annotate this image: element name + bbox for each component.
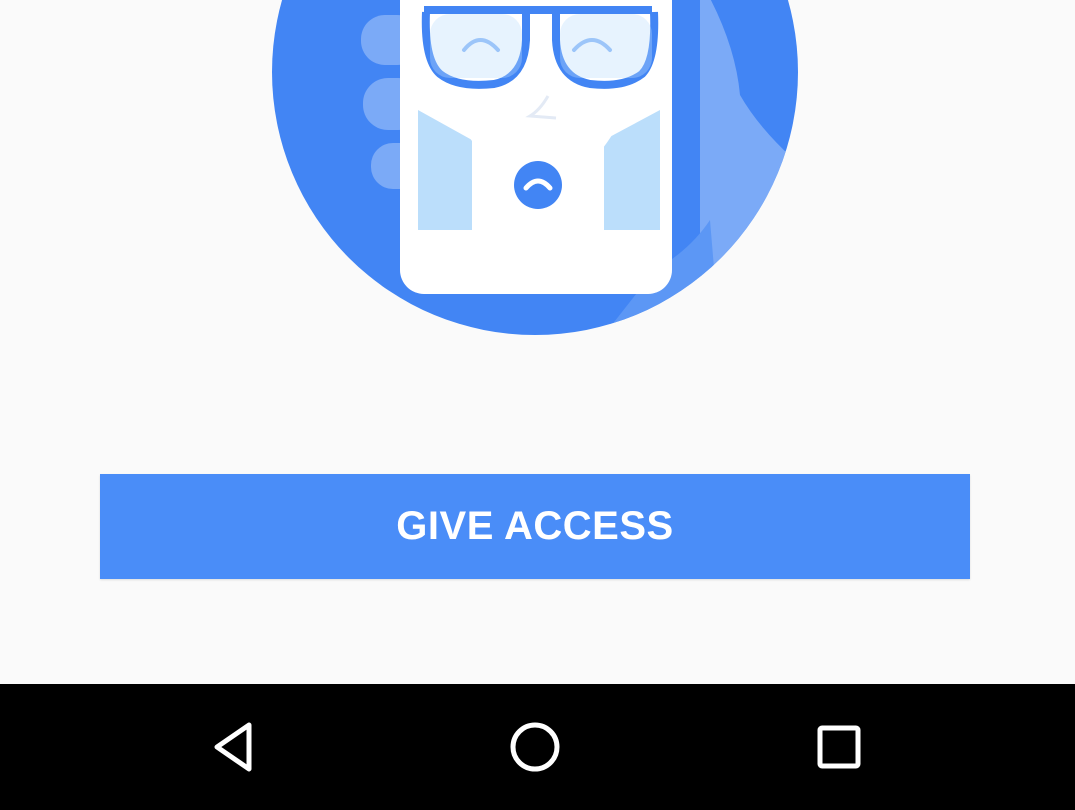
home-circle-icon (510, 722, 560, 772)
back-button[interactable] (188, 702, 278, 792)
back-triangle-icon (214, 722, 252, 772)
hang-up-phone-icon (514, 161, 562, 209)
recents-square-icon (817, 725, 861, 769)
content-area: GIVE ACCESS (0, 0, 1075, 684)
home-button[interactable] (490, 702, 580, 792)
screen: GIVE ACCESS (0, 0, 1075, 810)
system-navigation-bar (0, 684, 1075, 810)
video-call-illustration (272, 0, 798, 335)
recents-button[interactable] (794, 702, 884, 792)
give-access-button[interactable]: GIVE ACCESS (100, 474, 970, 579)
